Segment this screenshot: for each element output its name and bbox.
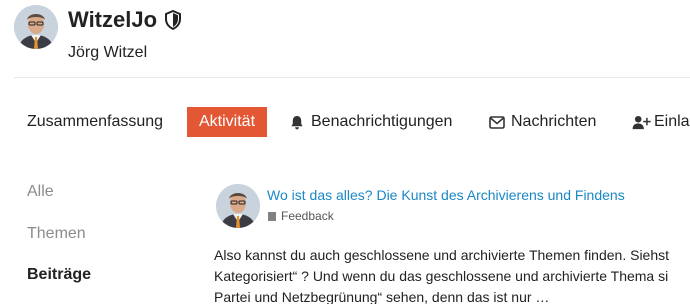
tab-messages[interactable]: Nachrichten bbox=[511, 107, 596, 137]
tab-notifications[interactable]: Benachrichtigungen bbox=[311, 107, 452, 137]
post-title-link[interactable]: Wo ist das alles? Die Kunst des Archivie… bbox=[267, 186, 625, 204]
avatar-image bbox=[216, 184, 260, 228]
full-name: Jörg Witzel bbox=[68, 44, 148, 61]
tab-invites[interactable]: Einla bbox=[654, 107, 690, 137]
username: WitzelJo bbox=[68, 7, 158, 32]
category-badge bbox=[268, 212, 276, 221]
category-name[interactable]: Feedback bbox=[281, 208, 334, 224]
user-nav: Zusammenfassung Aktivität Benachrichtigu… bbox=[0, 107, 690, 139]
envelope-icon bbox=[489, 116, 505, 129]
tab-activity[interactable]: Aktivität bbox=[187, 107, 268, 137]
bell-icon bbox=[291, 115, 303, 130]
user-plus-icon bbox=[632, 115, 651, 130]
header-divider bbox=[14, 77, 690, 78]
shield-icon bbox=[165, 10, 181, 30]
user-avatar[interactable] bbox=[14, 5, 58, 49]
excerpt-line: Partei und Netzbegrünung“ sehen, denn da… bbox=[214, 289, 550, 304]
filter-topics[interactable]: Themen bbox=[27, 224, 86, 244]
excerpt-line: Also kannst du auch geschlossene und arc… bbox=[214, 247, 670, 263]
filter-all[interactable]: Alle bbox=[27, 182, 54, 202]
excerpt-line: Kategorisiert“ ? Und wenn du das geschlo… bbox=[214, 268, 669, 284]
avatar-image bbox=[14, 5, 58, 49]
tab-summary[interactable]: Zusammenfassung bbox=[27, 107, 163, 137]
post-author-avatar[interactable] bbox=[216, 184, 260, 228]
filter-posts[interactable]: Beiträge bbox=[27, 265, 91, 285]
post-excerpt: Also kannst du auch geschlossene und arc… bbox=[214, 245, 669, 304]
